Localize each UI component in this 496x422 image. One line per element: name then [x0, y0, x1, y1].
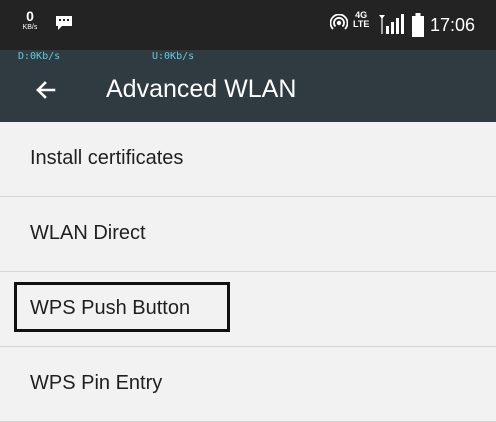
- app-bar: Advanced WLAN: [0, 64, 496, 122]
- page-title: Advanced WLAN: [106, 75, 297, 103]
- cell-signal-icon: [379, 14, 404, 34]
- list-item-label: WPS Push Button: [30, 297, 191, 319]
- list-item-wlan-direct[interactable]: WLAN Direct: [0, 197, 496, 272]
- battery-icon: [412, 13, 424, 37]
- arrow-left-icon: [36, 81, 56, 99]
- list-item-wps-push-button[interactable]: WPS Push Button: [0, 272, 496, 347]
- network-type-label: 4G LTE: [353, 11, 369, 29]
- back-button[interactable]: [30, 74, 62, 106]
- list-item-wps-pin-entry[interactable]: WPS Pin Entry: [0, 347, 496, 422]
- list-item-label: WPS Pin Entry: [30, 372, 163, 394]
- status-bar: 0 KB/s 4G LTE 17:06: [0, 0, 496, 50]
- hotspot-icon: [330, 14, 348, 30]
- settings-list: Install certificates WLAN Direct WPS Pus…: [0, 122, 496, 422]
- download-speed: D:0Kb/s: [18, 51, 61, 62]
- list-item-label: Install certificates: [30, 147, 184, 169]
- chat-bubble-icon: [56, 16, 72, 30]
- data-speed-value: 0: [26, 8, 34, 24]
- network-speed-meter: D:0Kb/s U:0Kb/s: [0, 50, 496, 64]
- upload-speed: U:0Kb/s: [152, 51, 195, 62]
- status-clock: 17:06: [430, 15, 476, 35]
- list-item-label: WLAN Direct: [30, 222, 146, 244]
- data-speed-indicator: 0 KB/s: [18, 9, 42, 31]
- data-speed-unit: KB/s: [22, 24, 38, 31]
- network-lte: LTE: [353, 19, 370, 29]
- list-item-install-certificates[interactable]: Install certificates: [0, 122, 496, 197]
